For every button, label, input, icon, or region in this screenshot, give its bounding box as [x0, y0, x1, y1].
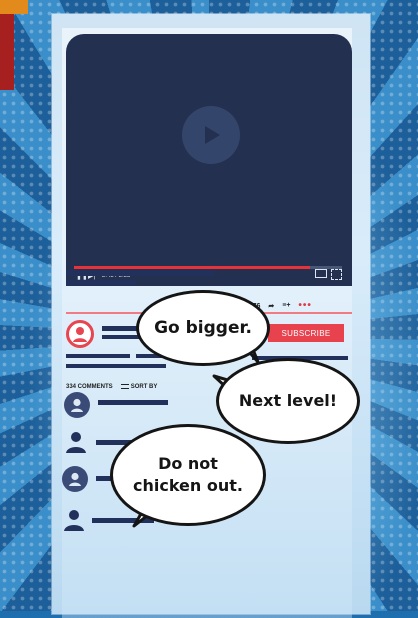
more-icon[interactable]: •••: [298, 300, 312, 311]
commenter-avatar[interactable]: [62, 508, 86, 532]
speech-bubble-3: Do not chicken out.: [110, 424, 266, 526]
comments-header: 334 COMMENTS SORT BY: [66, 384, 157, 390]
comment-text-bar: [98, 400, 168, 405]
miniplayer-icon[interactable]: [315, 269, 327, 278]
commenter-avatar[interactable]: [64, 430, 88, 454]
share-icon[interactable]: ➦: [268, 302, 274, 310]
speech-bubble-2: Next level!: [216, 358, 360, 444]
bubble-3-line-1: Do not: [158, 454, 218, 474]
comment-count: 334 COMMENTS: [66, 384, 113, 391]
sort-label: SORT BY: [130, 384, 158, 391]
fullscreen-icon[interactable]: [331, 269, 342, 280]
video-subtitle-bar: [66, 280, 136, 286]
bubble-3-line-2: chicken out.: [133, 476, 243, 495]
sort-button[interactable]: SORT BY: [120, 384, 158, 391]
speech-bubble-1: Go bigger.: [136, 290, 270, 366]
description-bar: [66, 364, 166, 368]
progress-fill: [74, 266, 310, 269]
sort-icon: [120, 384, 129, 389]
subscribe-button[interactable]: SUBSCRIBE: [268, 324, 344, 342]
progress-bar[interactable]: [74, 266, 342, 269]
save-icon[interactable]: ≡+: [282, 302, 290, 309]
top-color-strip: [0, 0, 28, 14]
video-player[interactable]: ❚❚ ▶| 2:45 / 3:58: [66, 34, 352, 286]
commenter-avatar[interactable]: [62, 466, 88, 492]
play-icon[interactable]: [182, 106, 240, 164]
description-bar: [66, 354, 130, 358]
commenter-avatar[interactable]: [64, 392, 90, 418]
video-title-bar: [66, 270, 214, 276]
channel-subs-bar: [102, 335, 142, 339]
channel-avatar[interactable]: [66, 320, 94, 348]
